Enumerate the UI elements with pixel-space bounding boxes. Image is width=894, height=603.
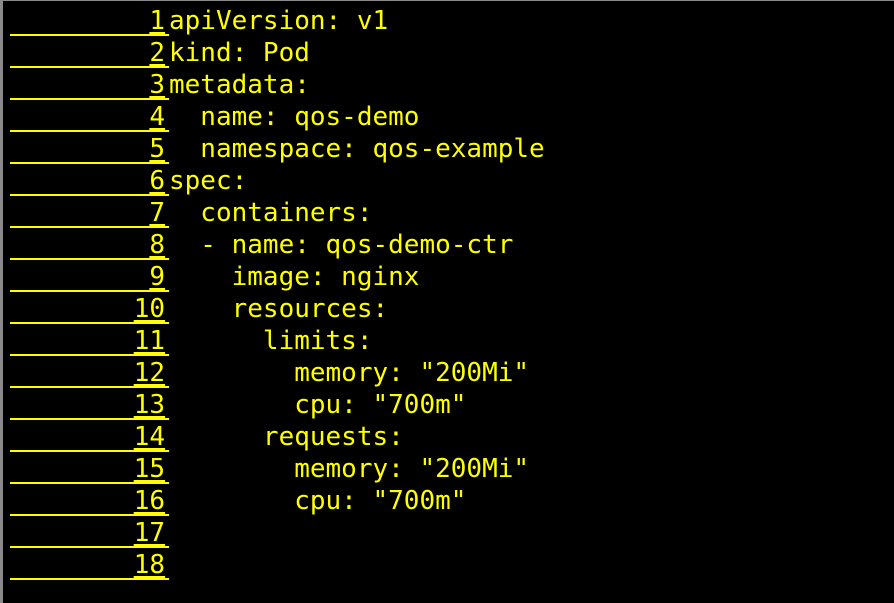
line-number: 8 — [10, 229, 165, 261]
line-number: 5 — [10, 133, 165, 165]
line-text[interactable]: name: qos-demo — [169, 101, 545, 133]
line-number: 18 — [10, 549, 165, 581]
line-number: 6 — [10, 165, 165, 197]
line-number: 10 — [10, 293, 165, 325]
line-number: 4 — [10, 101, 165, 133]
line-text[interactable]: kind: Pod — [169, 37, 545, 69]
line-text[interactable]: image: nginx — [169, 261, 545, 293]
line-text[interactable]: memory: "200Mi" — [169, 357, 545, 389]
line-number: 3 — [10, 69, 165, 101]
line-number: 17 — [10, 517, 165, 549]
line-number: 11 — [10, 325, 165, 357]
line-number: 12 — [10, 357, 165, 389]
line-text[interactable]: resources: — [169, 293, 545, 325]
code-line-12[interactable]: 12 memory: "200Mi" — [10, 357, 545, 389]
line-text[interactable]: spec: — [169, 165, 545, 197]
code-line-3[interactable]: 3 metadata: — [10, 69, 545, 101]
line-text[interactable]: memory: "200Mi" — [169, 453, 545, 485]
code-line-5[interactable]: 5 namespace: qos-example — [10, 133, 545, 165]
line-number: 1 — [10, 5, 165, 37]
line-text[interactable] — [169, 549, 545, 581]
line-number: 14 — [10, 421, 165, 453]
code-line-14[interactable]: 14 requests: — [10, 421, 545, 453]
line-number: 7 — [10, 197, 165, 229]
line-number: 15 — [10, 453, 165, 485]
line-text[interactable]: metadata: — [169, 69, 545, 101]
code-line-9[interactable]: 9 image: nginx — [10, 261, 545, 293]
code-line-17[interactable]: 17 — [10, 517, 545, 549]
terminal-window[interactable]: 1 apiVersion: v1 2 kind: Pod 3 metadata: 4 … — [0, 0, 894, 603]
line-text[interactable]: containers: — [169, 197, 545, 229]
line-text[interactable]: requests: — [169, 421, 545, 453]
code-line-7[interactable]: 7 containers: — [10, 197, 545, 229]
line-text[interactable]: cpu: "700m" — [169, 485, 545, 517]
code-line-1[interactable]: 1 apiVersion: v1 — [10, 5, 545, 37]
line-text[interactable]: - name: qos-demo-ctr — [169, 229, 545, 261]
line-number: 2 — [10, 37, 165, 69]
code-line-15[interactable]: 15 memory: "200Mi" — [10, 453, 545, 485]
code-line-11[interactable]: 11 limits: — [10, 325, 545, 357]
code-line-6[interactable]: 6 spec: — [10, 165, 545, 197]
line-number: 9 — [10, 261, 165, 293]
code-line-13[interactable]: 13 cpu: "700m" — [10, 389, 545, 421]
line-number: 13 — [10, 389, 165, 421]
line-text[interactable]: limits: — [169, 325, 545, 357]
code-line-4[interactable]: 4 name: qos-demo — [10, 101, 545, 133]
code-line-8[interactable]: 8 - name: qos-demo-ctr — [10, 229, 545, 261]
code-line-16[interactable]: 16 cpu: "700m" — [10, 485, 545, 517]
line-text[interactable]: namespace: qos-example — [169, 133, 544, 165]
line-number: 16 — [10, 485, 165, 517]
line-text[interactable]: apiVersion: v1 — [169, 5, 545, 37]
code-line-10[interactable]: 10 resources: — [10, 293, 545, 325]
line-text[interactable]: cpu: "700m" — [169, 389, 545, 421]
line-text[interactable] — [169, 517, 545, 549]
code-line-2[interactable]: 2 kind: Pod — [10, 37, 545, 69]
vim-editor-buffer[interactable]: 1 apiVersion: v1 2 kind: Pod 3 metadata: 4 … — [10, 5, 545, 581]
code-line-18[interactable]: 18 — [10, 549, 545, 581]
